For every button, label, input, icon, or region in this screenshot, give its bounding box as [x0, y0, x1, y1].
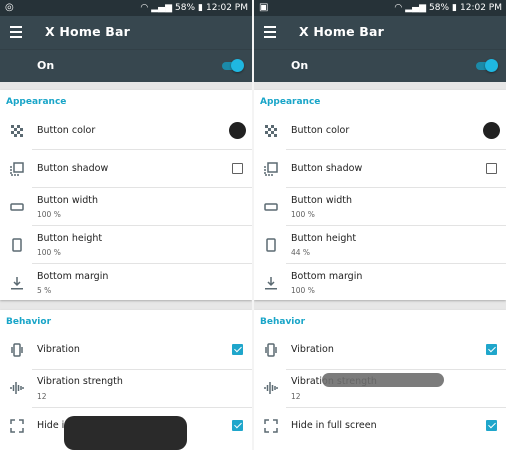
pref-title: Button color — [291, 125, 350, 136]
hide-fullscreen-checkbox[interactable] — [486, 420, 497, 431]
notification-icon: ◎ — [5, 2, 14, 13]
pref-title: Vibration — [37, 344, 80, 355]
waveform-icon — [264, 382, 278, 394]
palette-dots-icon — [11, 125, 23, 137]
pref-title: Button width — [291, 195, 353, 206]
left-screen: ◎ ◠ ▂▄▆ 58% ▮ 12:02 PM X Home Bar On Appeara… — [0, 0, 252, 450]
pref-title: Button shadow — [37, 163, 109, 174]
pref-button-height[interactable]: Button height 44 % — [254, 226, 506, 264]
pref-button-shadow[interactable]: Button shadow — [254, 150, 506, 188]
shadow-box-icon — [10, 162, 24, 176]
master-switch-label: On — [37, 59, 55, 72]
signal-icon: ▂▄▆ — [151, 3, 173, 13]
pref-button-color[interactable]: Button color — [254, 112, 506, 150]
color-swatch[interactable] — [229, 122, 246, 139]
wifi-icon: ◠ — [394, 3, 403, 13]
height-icon — [12, 238, 22, 252]
pref-title: Button shadow — [291, 163, 363, 174]
pref-button-width[interactable]: Button width 100 % — [254, 188, 506, 226]
fullscreen-icon — [264, 419, 278, 433]
pref-button-height[interactable]: Button height 100 % — [0, 226, 252, 264]
fullscreen-icon — [10, 419, 24, 433]
pref-button-shadow[interactable]: Button shadow — [0, 150, 252, 188]
right-screen: ▣ ◠ ▂▄▆ 58% ▮ 12:02 PM X Home Bar On Appeara… — [254, 0, 506, 450]
vibration-checkbox[interactable] — [486, 344, 497, 355]
clock: 12:02 PM — [460, 3, 502, 13]
master-switch-toggle[interactable] — [222, 59, 244, 73]
app-toolbar: X Home Bar — [254, 16, 506, 49]
shadow-box-icon — [264, 162, 278, 176]
pref-title: Button color — [37, 125, 96, 136]
vibration-icon — [11, 343, 23, 357]
pref-value: 100 % — [37, 210, 61, 219]
master-switch-bar[interactable]: On — [254, 49, 506, 82]
palette-dots-icon — [265, 125, 277, 137]
height-icon — [266, 238, 276, 252]
redaction-overlay — [64, 416, 187, 450]
pref-button-width[interactable]: Button width 100 % — [0, 188, 252, 226]
color-swatch[interactable] — [483, 122, 500, 139]
pref-value: 12 — [37, 392, 47, 401]
pref-title: Button height — [37, 233, 103, 244]
pref-title: Bottom margin — [37, 271, 109, 282]
section-title-behavior: Behavior — [6, 317, 52, 327]
menu-icon[interactable] — [10, 26, 24, 38]
pref-title: Button width — [37, 195, 99, 206]
gallery-notification-icon: ▣ — [259, 2, 269, 13]
pref-vibration[interactable]: Vibration — [254, 332, 506, 370]
pref-vibration[interactable]: Vibration — [0, 332, 252, 370]
master-switch-toggle[interactable] — [476, 59, 498, 73]
section-title-appearance: Appearance — [260, 97, 321, 107]
width-icon — [10, 203, 24, 211]
app-toolbar: X Home Bar — [0, 16, 252, 49]
button-shadow-checkbox[interactable] — [486, 163, 497, 174]
pref-title: Vibration — [291, 344, 334, 355]
master-switch-label: On — [291, 59, 309, 72]
section-title-behavior: Behavior — [260, 317, 306, 327]
battery-percent: 58% — [429, 3, 450, 13]
pref-title: Bottom margin — [291, 271, 363, 282]
pref-value: 100 % — [37, 248, 61, 257]
pref-value: 5 % — [37, 286, 52, 295]
vibration-checkbox[interactable] — [232, 344, 243, 355]
battery-icon: ▮ — [452, 3, 457, 13]
button-shadow-checkbox[interactable] — [232, 163, 243, 174]
pref-hide-fullscreen[interactable]: Hide in full screen — [254, 408, 506, 446]
hide-fullscreen-checkbox[interactable] — [232, 420, 243, 431]
pref-vibration-strength[interactable]: Vibration strength 12 — [0, 370, 252, 408]
battery-icon: ▮ — [198, 3, 203, 13]
pref-value: 100 % — [291, 210, 315, 219]
pref-value: 12 — [291, 392, 301, 401]
clock: 12:02 PM — [206, 3, 248, 13]
pref-button-color[interactable]: Button color — [0, 112, 252, 150]
appearance-section: Appearance Button color Button shadow Bu… — [254, 90, 506, 300]
pref-bottom-margin[interactable]: Bottom margin 5 % — [0, 264, 252, 302]
pref-title: Hide in full screen — [291, 420, 377, 431]
status-bar: ▣ ◠ ▂▄▆ 58% ▮ 12:02 PM — [254, 0, 506, 16]
wifi-icon: ◠ — [140, 3, 149, 13]
battery-percent: 58% — [175, 3, 196, 13]
width-icon — [264, 203, 278, 211]
touch-gesture-overlay — [322, 373, 444, 387]
pref-bottom-margin[interactable]: Bottom margin 100 % — [254, 264, 506, 302]
master-switch-bar[interactable]: On — [0, 49, 252, 82]
arrow-down-bar-icon — [265, 277, 277, 290]
vibration-icon — [265, 343, 277, 357]
section-title-appearance: Appearance — [6, 97, 67, 107]
menu-icon[interactable] — [264, 26, 278, 38]
arrow-down-bar-icon — [11, 277, 23, 290]
pref-value: 100 % — [291, 286, 315, 295]
app-title: X Home Bar — [299, 24, 385, 39]
app-title: X Home Bar — [45, 24, 131, 39]
pref-value: 44 % — [291, 248, 311, 257]
appearance-section: Appearance Button color Button shadow Bu… — [0, 90, 252, 300]
pref-title: Button height — [291, 233, 357, 244]
pref-title: Vibration strength — [37, 376, 123, 387]
signal-icon: ▂▄▆ — [405, 3, 427, 13]
waveform-icon — [10, 382, 24, 394]
status-bar: ◎ ◠ ▂▄▆ 58% ▮ 12:02 PM — [0, 0, 252, 16]
